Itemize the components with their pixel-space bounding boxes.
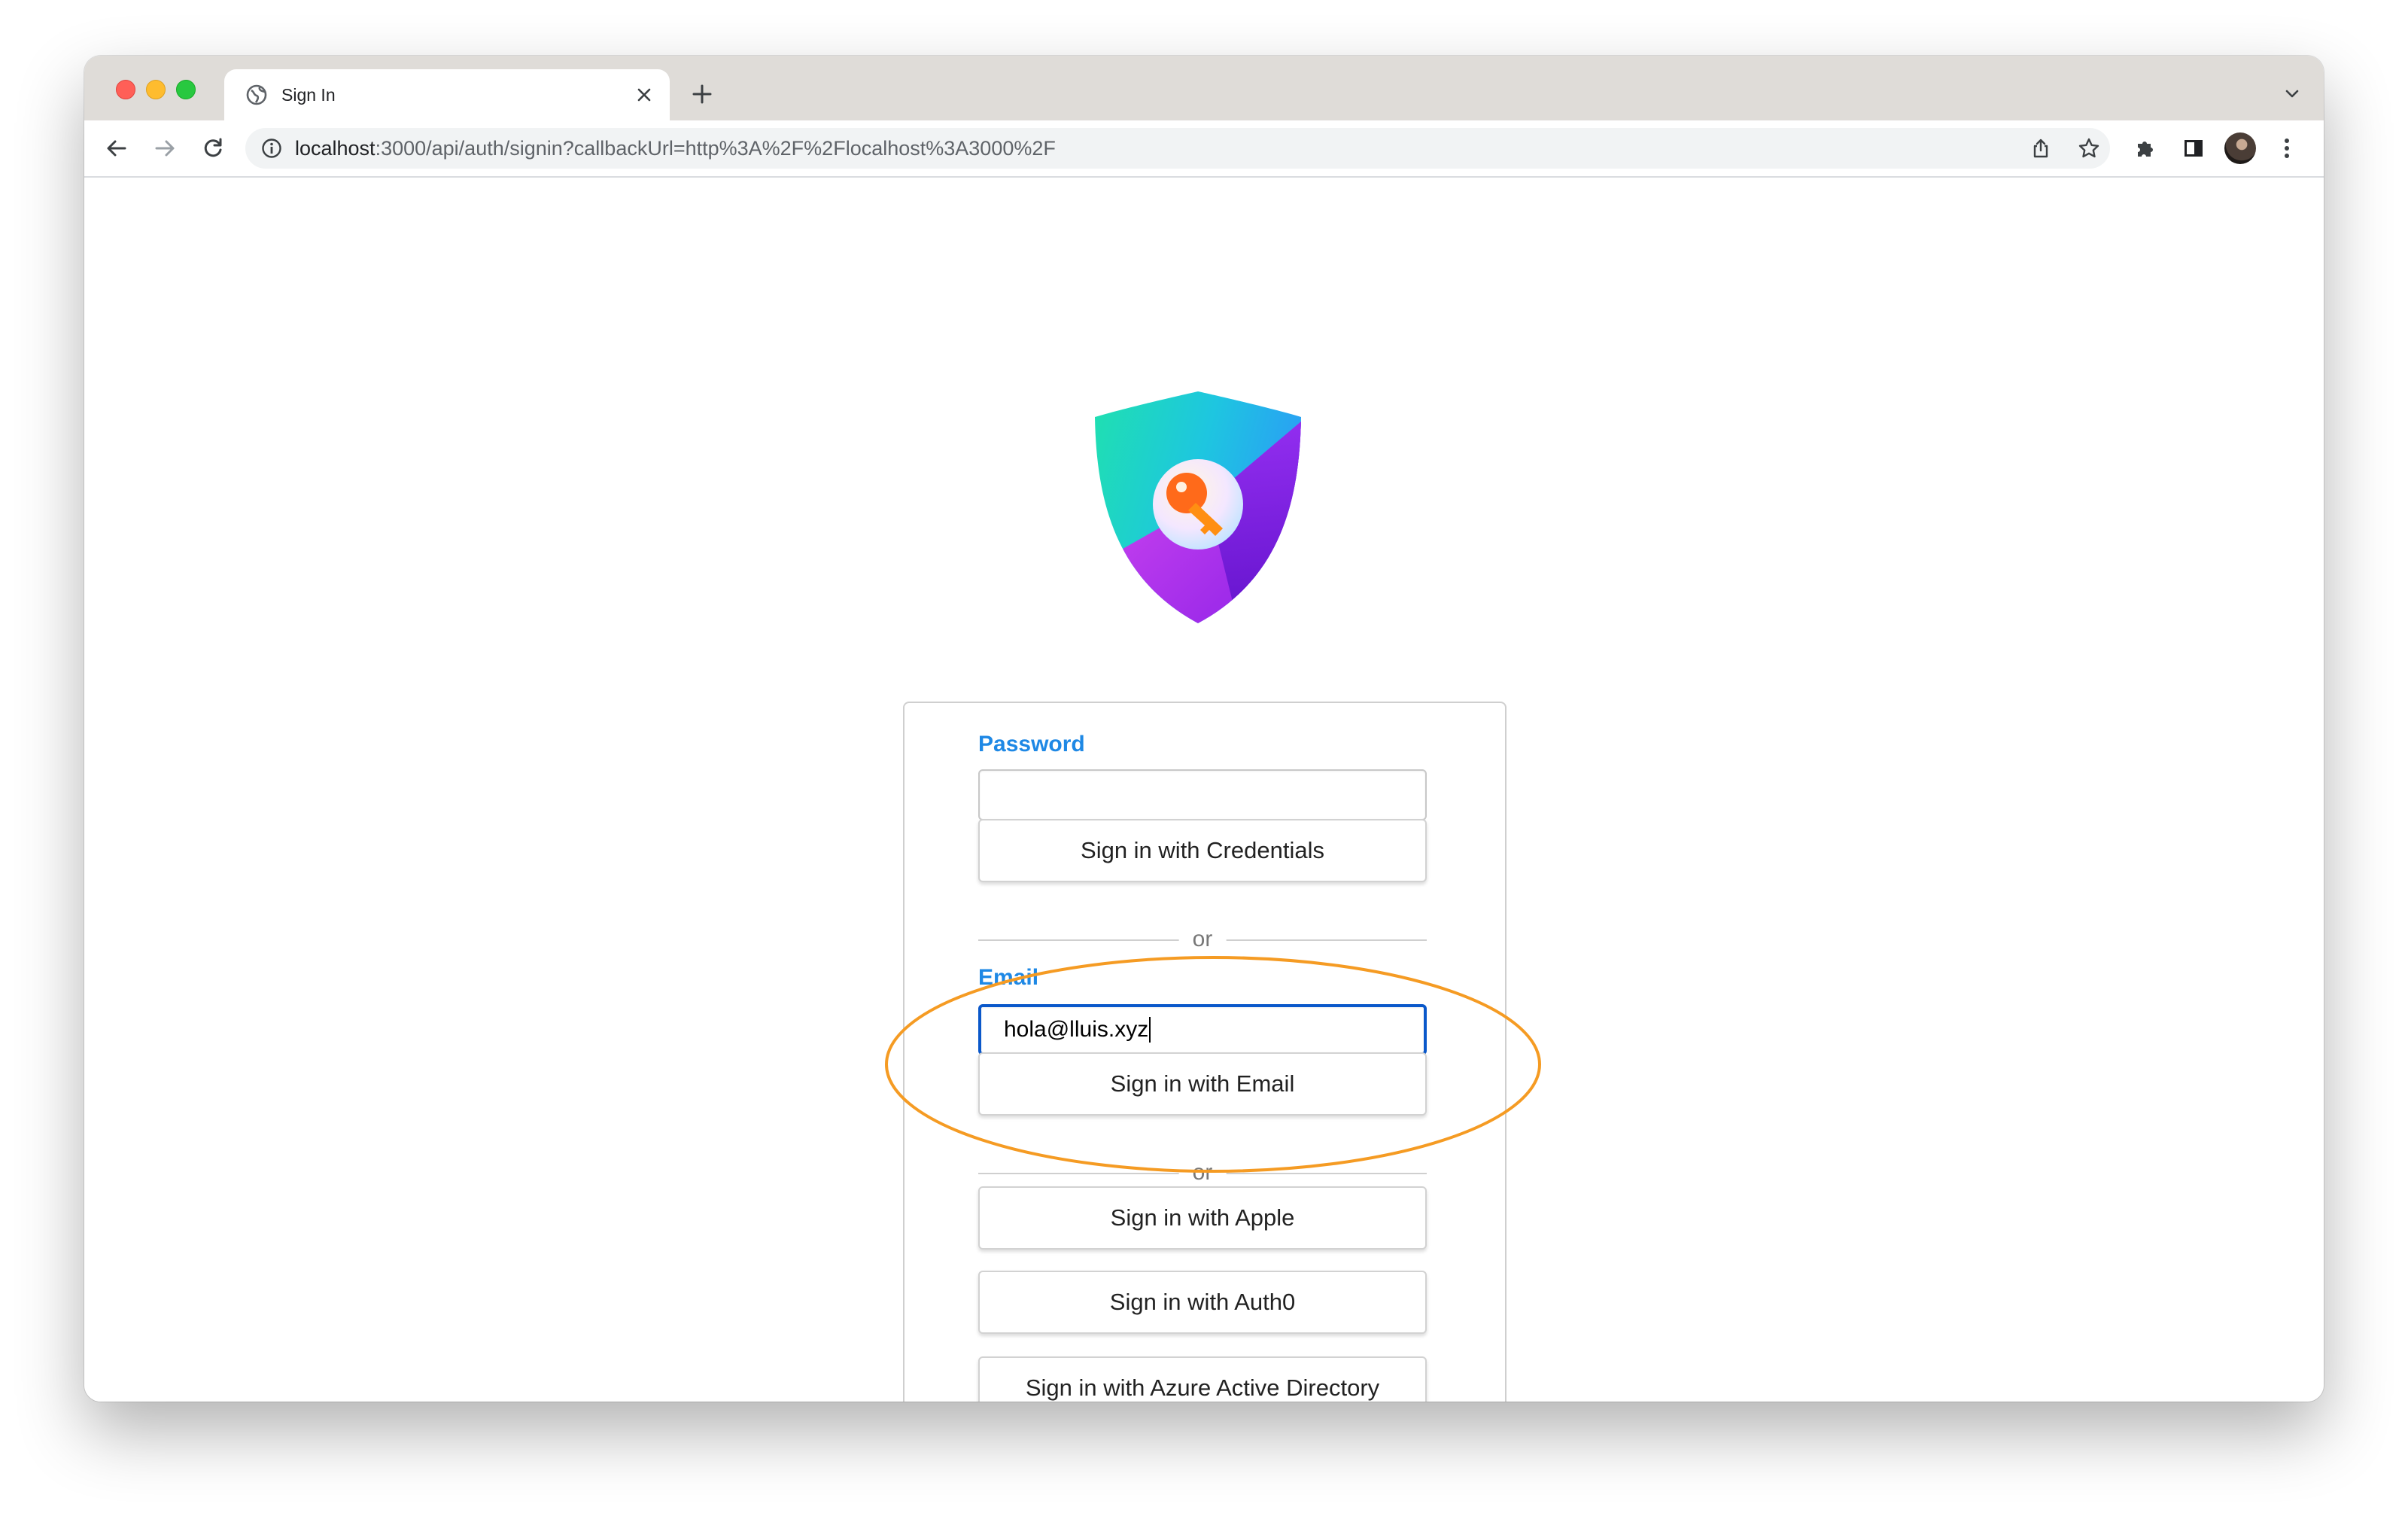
reload-icon[interactable]	[196, 131, 230, 166]
url-host: localhost	[295, 136, 375, 160]
or-text: or	[1178, 1158, 1227, 1188]
email-label: Email	[978, 965, 1039, 990]
back-arrow-icon[interactable]	[99, 131, 134, 166]
url-path: :3000/api/auth/signin?callbackUrl=http%3…	[375, 136, 1056, 160]
signin-azure-button[interactable]: Sign in with Azure Active Directory	[978, 1356, 1427, 1402]
puzzle-icon[interactable]	[2128, 131, 2163, 166]
avatar	[2224, 132, 2256, 164]
profile-avatar[interactable]	[2223, 131, 2258, 166]
tab-title: Sign In	[281, 84, 336, 105]
page-content: Password Sign in with Credentials or Ema…	[84, 178, 2324, 1402]
or-divider: or	[978, 924, 1427, 954]
signin-apple-button[interactable]: Sign in with Apple	[978, 1186, 1427, 1250]
url-text: localhost:3000/api/auth/signin?callbackU…	[295, 137, 1056, 160]
star-icon[interactable]	[2074, 133, 2104, 163]
signin-credentials-button[interactable]: Sign in with Credentials	[978, 819, 1427, 882]
plus-icon[interactable]	[686, 78, 718, 110]
forward-arrow-icon[interactable]	[147, 131, 182, 166]
minimize-window-button[interactable]	[146, 80, 166, 99]
or-text: or	[1178, 924, 1227, 954]
or-divider: or	[978, 1158, 1427, 1188]
address-bar-actions	[2008, 133, 2104, 163]
email-field[interactable]: hola@lluis.xyz	[978, 1004, 1427, 1055]
password-field[interactable]	[978, 769, 1427, 820]
shield-key-logo	[1095, 391, 1301, 623]
browser-toolbar: localhost:3000/api/auth/signin?callbackU…	[84, 120, 2324, 178]
password-label: Password	[978, 732, 1085, 756]
close-window-button[interactable]	[116, 80, 135, 99]
maximize-window-button[interactable]	[176, 80, 196, 99]
tab-sign-in[interactable]: Sign In	[224, 69, 670, 120]
signin-auth0-button[interactable]: Sign in with Auth0	[978, 1271, 1427, 1334]
side-panel-icon[interactable]	[2176, 131, 2211, 166]
close-icon[interactable]	[634, 84, 655, 105]
chevron-down-icon[interactable]	[2277, 78, 2307, 108]
kebab-menu-icon[interactable]	[2270, 131, 2304, 166]
browser-window: Sign In localhost:3000/api/auth/signin?c…	[84, 56, 2324, 1402]
info-icon[interactable]	[260, 137, 283, 160]
text-caret	[1149, 1017, 1151, 1043]
tab-bar: Sign In	[84, 56, 2324, 120]
email-value: hola@lluis.xyz	[1004, 1017, 1149, 1042]
address-bar[interactable]: localhost:3000/api/auth/signin?callbackU…	[245, 128, 2110, 169]
globe-icon	[245, 84, 268, 106]
share-icon[interactable]	[2026, 133, 2056, 163]
signin-email-button[interactable]: Sign in with Email	[978, 1052, 1427, 1116]
